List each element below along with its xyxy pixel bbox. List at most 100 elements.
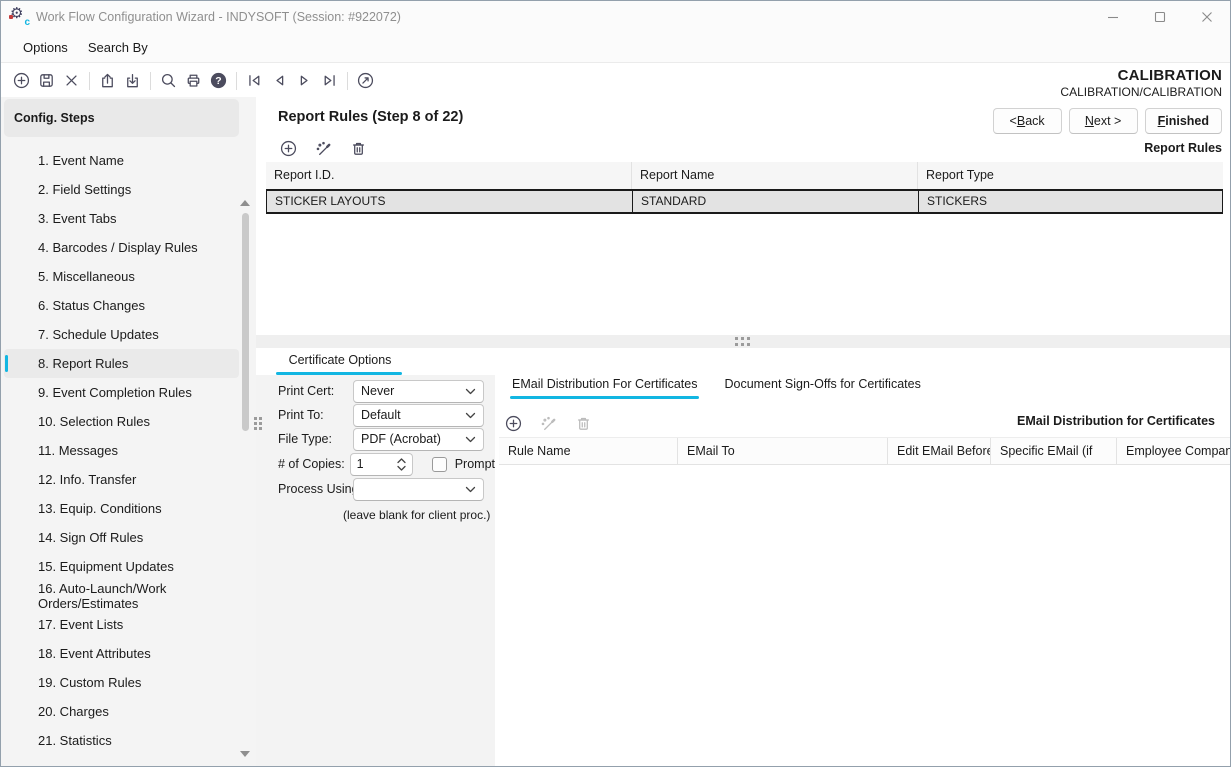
print-cert-select[interactable]: Never (353, 380, 484, 403)
column-header-report-type[interactable]: Report Type (918, 162, 1223, 189)
prompt-label: Prompt (455, 457, 495, 471)
sidebar-header: Config. Steps (4, 99, 239, 137)
email-distribution-panel: EMail Distribution For Certificates Docu… (495, 348, 1230, 766)
close-button[interactable] (1183, 1, 1230, 33)
sidebar-item-schedule-updates[interactable]: 7. Schedule Updates (4, 320, 239, 349)
trash-icon[interactable] (346, 136, 371, 160)
selection-indicator (5, 355, 8, 372)
sidebar-item-report-rules[interactable]: 8. Report Rules (4, 349, 239, 378)
edit-wand-icon[interactable] (536, 411, 561, 435)
sidebar-items: 1. Event Name 2. Field Settings 3. Event… (1, 146, 256, 755)
scroll-up-arrow-icon[interactable] (240, 200, 250, 206)
print-to-label: Print To: (278, 408, 353, 422)
column-header-report-id[interactable]: Report I.D. (266, 162, 632, 189)
add-icon[interactable] (501, 411, 526, 435)
column-header-report-name[interactable]: Report Name (632, 162, 918, 189)
print-cert-label: Print Cert: (278, 384, 353, 398)
sidebar-item-field-settings[interactable]: 2. Field Settings (4, 175, 239, 204)
report-rules-table: Report I.D. Report Name Report Type STIC… (266, 162, 1223, 214)
sidebar-item-selection-rules[interactable]: 10. Selection Rules (4, 407, 239, 436)
finished-button[interactable]: Finished (1145, 108, 1222, 134)
chevron-down-icon (465, 412, 476, 419)
chevron-down-icon[interactable] (397, 465, 406, 471)
svg-text:?: ? (215, 76, 221, 87)
sidebar-item-event-attributes[interactable]: 18. Event Attributes (4, 639, 239, 668)
chevron-down-icon (465, 388, 476, 395)
add-icon[interactable] (9, 69, 34, 93)
sidebar-item-event-tabs[interactable]: 3. Event Tabs (4, 204, 239, 233)
delete-icon[interactable] (59, 69, 84, 93)
sidebar-item-status-changes[interactable]: 6. Status Changes (4, 291, 239, 320)
email-table-header: Rule Name EMail To Edit EMail Before Sen… (499, 437, 1230, 465)
next-button[interactable]: Next > (1069, 108, 1138, 134)
back-button[interactable]: < Back (993, 108, 1062, 134)
tab-document-sign-offs[interactable]: Document Sign-Offs for Certificates (724, 377, 920, 399)
sidebar-item-sign-off-rules[interactable]: 14. Sign Off Rules (4, 523, 239, 552)
entity-subtitle: CALIBRATION/CALIBRATION (993, 85, 1222, 99)
edit-wand-icon[interactable] (311, 136, 336, 160)
process-using-select[interactable] (353, 478, 484, 501)
sidebar-item-info-transfer[interactable]: 12. Info. Transfer (4, 465, 239, 494)
help-icon[interactable]: ? (206, 69, 231, 93)
column-header-specific-email[interactable]: Specific EMail (if (991, 438, 1117, 464)
last-record-icon[interactable] (317, 69, 342, 93)
chevron-down-icon (465, 486, 476, 493)
sidebar-item-auto-launch[interactable]: 16. Auto-Launch/Work Orders/Estimates (4, 581, 239, 610)
scroll-down-arrow-icon[interactable] (240, 751, 250, 757)
column-header-email-to[interactable]: EMail To (678, 438, 888, 464)
cell-report-type: STICKERS (919, 191, 1222, 212)
print-to-select[interactable]: Default (353, 404, 484, 427)
wizard-nav: < Back Next > Finished (993, 108, 1222, 134)
prompt-checkbox[interactable] (432, 457, 446, 472)
sidebar-item-event-completion-rules[interactable]: 9. Event Completion Rules (4, 378, 239, 407)
sidebar-item-equipment-updates[interactable]: 15. Equipment Updates (4, 552, 239, 581)
trash-icon[interactable] (571, 411, 596, 435)
toolbar-separator (150, 72, 151, 90)
toolbar-separator (347, 72, 348, 90)
next-record-icon[interactable] (292, 69, 317, 93)
sidebar-item-barcodes[interactable]: 4. Barcodes / Display Rules (4, 233, 239, 262)
horizontal-splitter[interactable] (256, 335, 1230, 348)
certificate-options-form: Print Cert: Never Print To: Default File… (256, 379, 495, 522)
minimize-button[interactable] (1089, 1, 1136, 33)
menu-options[interactable]: Options (23, 40, 68, 55)
search-icon[interactable] (156, 69, 181, 93)
sidebar-item-custom-rules[interactable]: 19. Custom Rules (4, 668, 239, 697)
tab-certificate-options[interactable]: Certificate Options (266, 350, 414, 375)
sidebar-item-statistics[interactable]: 21. Statistics (4, 726, 239, 755)
cell-report-name: STANDARD (633, 191, 919, 212)
previous-record-icon[interactable] (267, 69, 292, 93)
tab-email-distribution[interactable]: EMail Distribution For Certificates (512, 377, 697, 399)
sidebar-item-charges[interactable]: 20. Charges (4, 697, 239, 726)
page-title: Report Rules (Step 8 of 22) (278, 109, 463, 125)
copies-stepper[interactable]: 1 (350, 453, 414, 476)
column-header-employee-company[interactable]: Employee Compan (1117, 438, 1230, 464)
email-distribution-table: Rule Name EMail To Edit EMail Before Sen… (499, 437, 1230, 465)
sidebar-item-equip-conditions[interactable]: 13. Equip. Conditions (4, 494, 239, 523)
navigate-compass-icon[interactable] (353, 69, 378, 93)
window-title: Work Flow Configuration Wizard - INDYSOF… (36, 10, 401, 24)
add-icon[interactable] (276, 136, 301, 160)
chevron-up-icon[interactable] (397, 458, 406, 464)
sidebar-item-event-lists[interactable]: 17. Event Lists (4, 610, 239, 639)
table-row-selected[interactable]: STICKER LAYOUTS STANDARD STICKERS (266, 189, 1223, 214)
first-record-icon[interactable] (242, 69, 267, 93)
splitter-grip-icon (254, 417, 263, 431)
column-header-edit-email[interactable]: Edit EMail Before Senc (888, 438, 991, 464)
sidebar-item-messages[interactable]: 11. Messages (4, 436, 239, 465)
splitter-grip-icon (735, 337, 751, 347)
maximize-button[interactable] (1136, 1, 1183, 33)
file-type-select[interactable]: PDF (Acrobat) (353, 428, 484, 451)
import-icon[interactable] (120, 69, 145, 93)
menu-search-by[interactable]: Search By (88, 40, 148, 55)
sidebar-item-event-name[interactable]: 1. Event Name (4, 146, 239, 175)
vertical-splitter[interactable] (254, 417, 263, 431)
print-icon[interactable] (181, 69, 206, 93)
export-icon[interactable] (95, 69, 120, 93)
sidebar-scrollbar-thumb[interactable] (242, 213, 249, 431)
certificate-tabstrip: Certificate Options (256, 348, 495, 375)
email-toolbar (501, 411, 596, 435)
column-header-rule-name[interactable]: Rule Name (499, 438, 678, 464)
save-icon[interactable] (34, 69, 59, 93)
sidebar-item-miscellaneous[interactable]: 5. Miscellaneous (4, 262, 239, 291)
